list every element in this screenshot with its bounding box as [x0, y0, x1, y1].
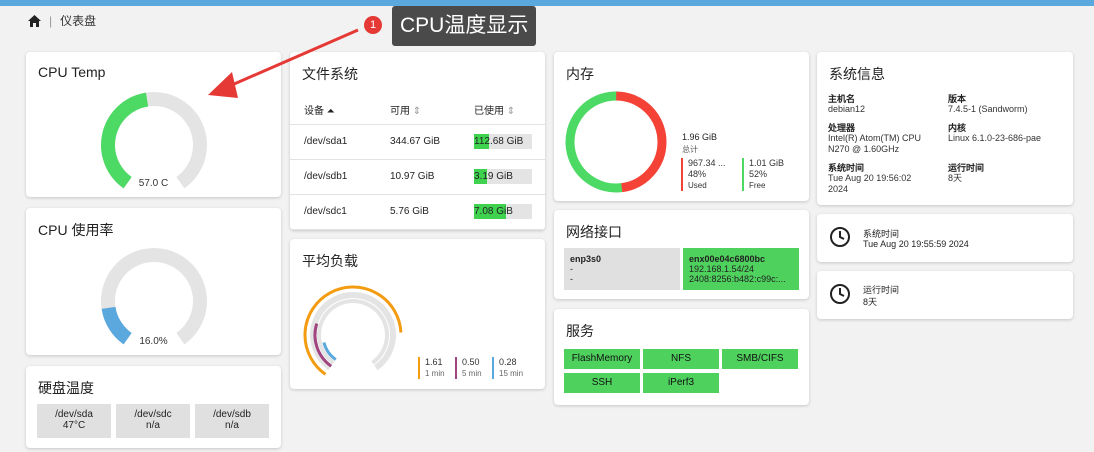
annotation-arrow [208, 28, 359, 98]
annotation-badge: 1 [364, 16, 382, 34]
annotation-label: CPU温度显示 [392, 6, 537, 46]
